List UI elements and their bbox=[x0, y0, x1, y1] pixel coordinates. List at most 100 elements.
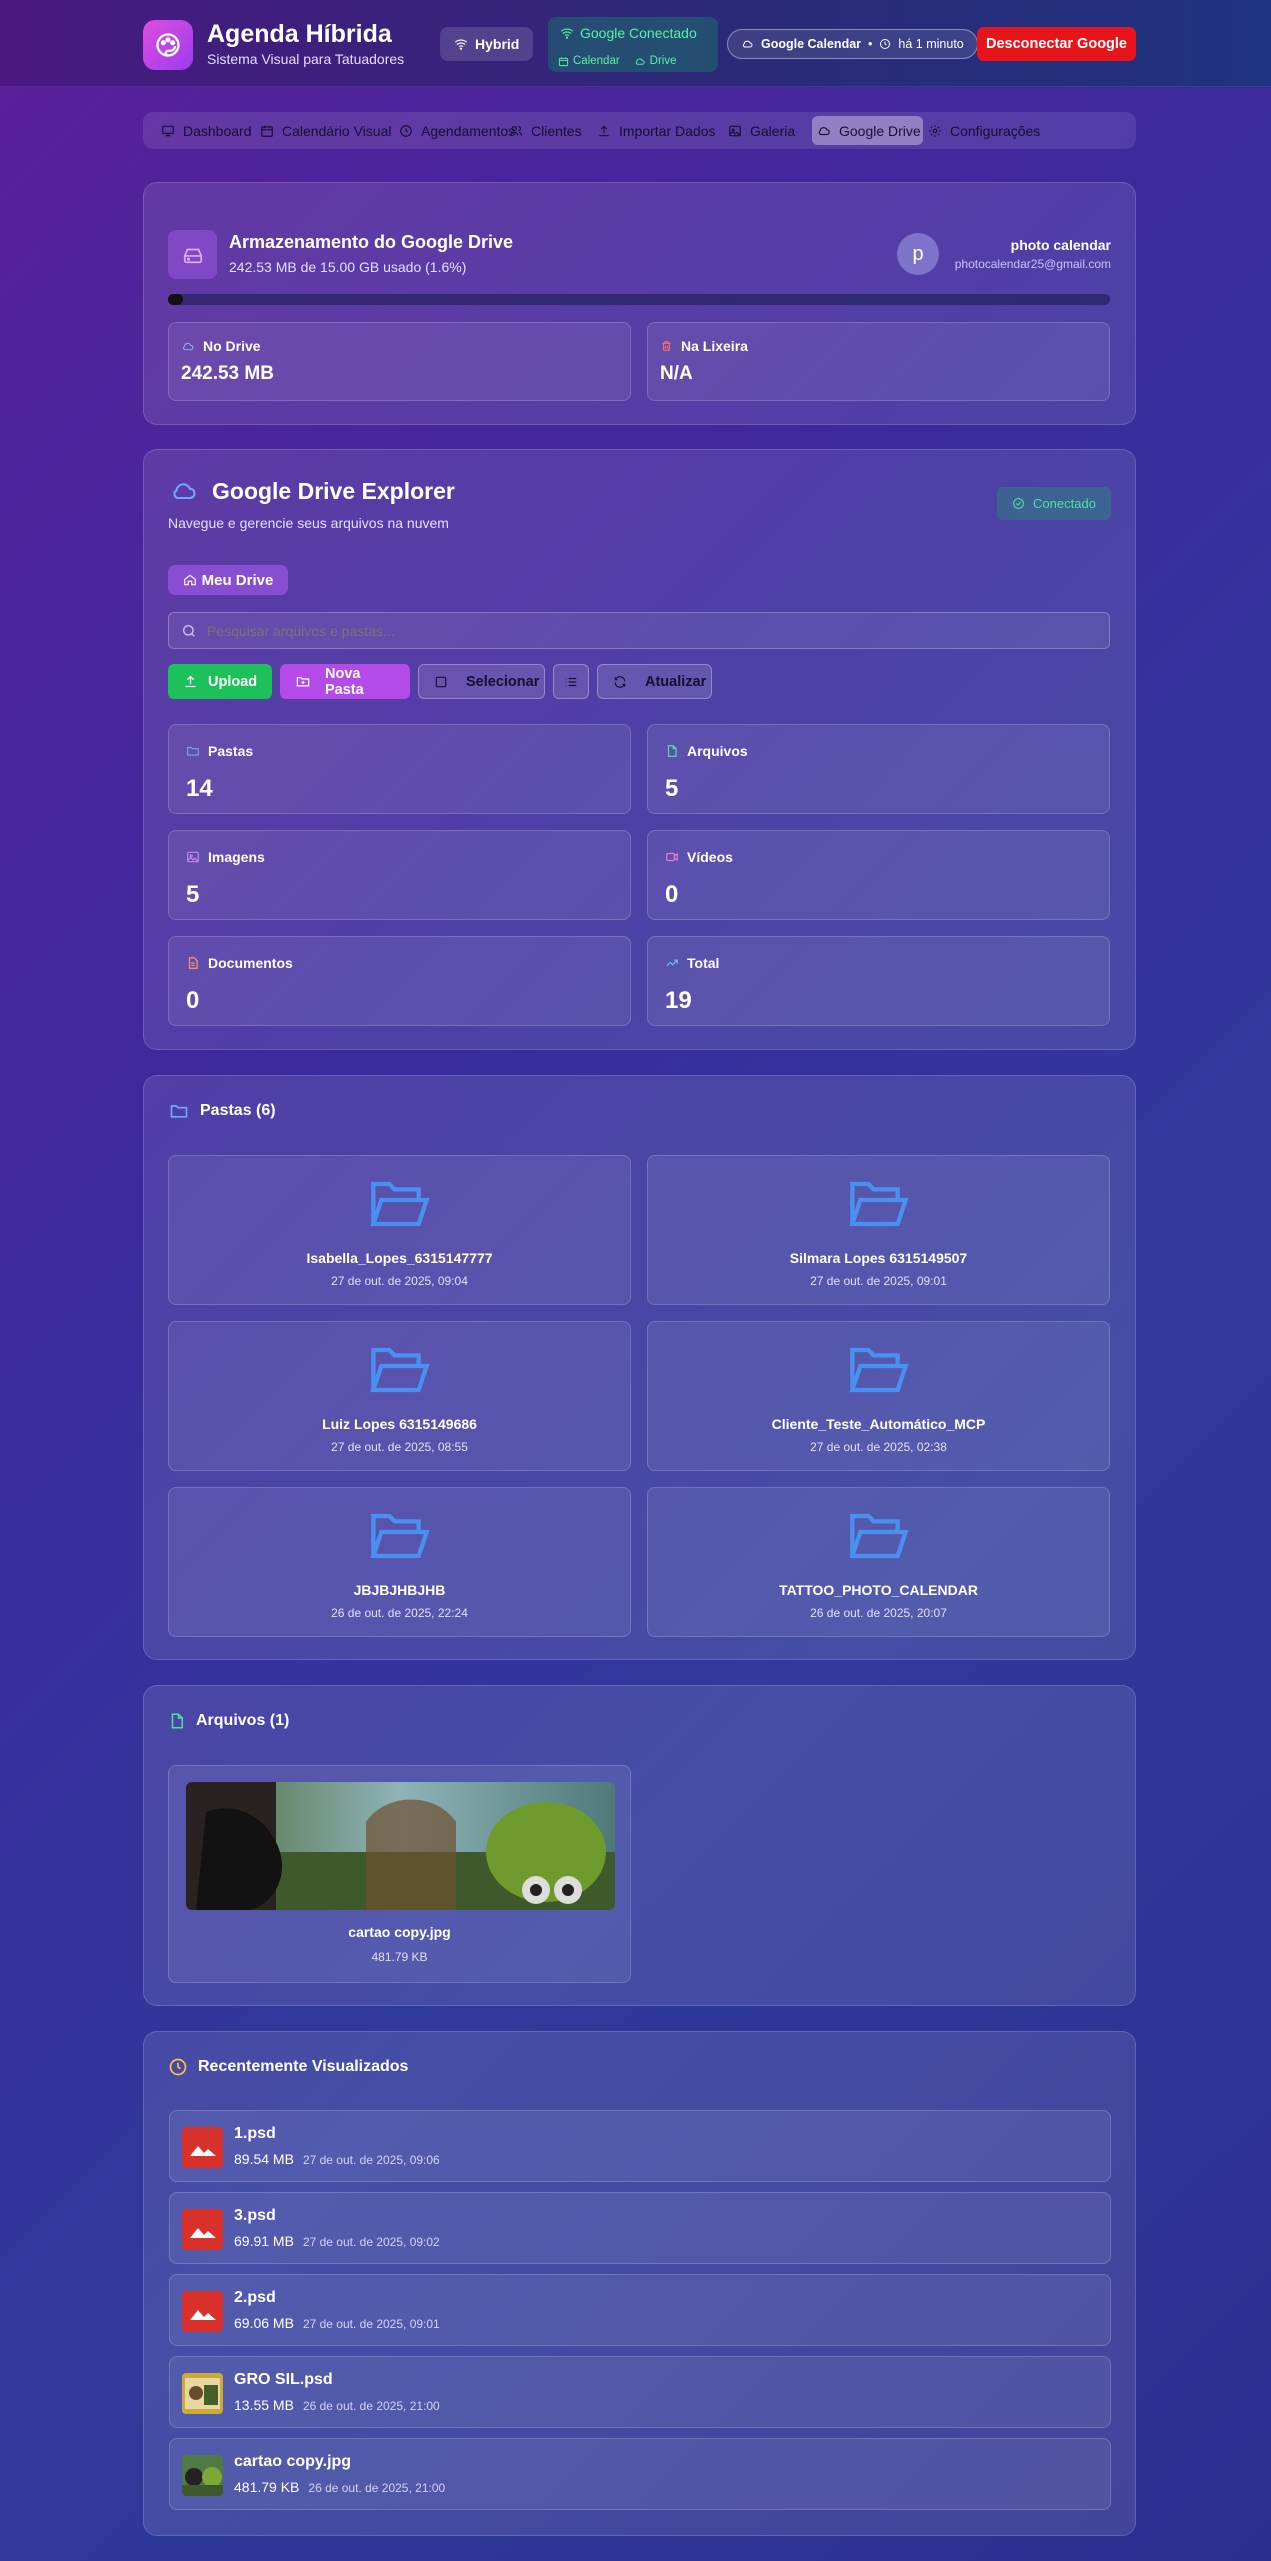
clock-icon bbox=[168, 2057, 188, 2077]
folder-item[interactable]: Luiz Lopes 6315149686 27 de out. de 2025,… bbox=[168, 1321, 631, 1471]
upload-button[interactable]: Upload bbox=[168, 664, 273, 699]
drive-usage-value: 242.53 MB bbox=[181, 363, 274, 384]
stat-card-documentos: Documentos 0 bbox=[168, 936, 631, 1026]
disconnect-google-button[interactable]: Desconectar Google bbox=[977, 27, 1136, 61]
recent-item[interactable]: cartao copy.jpg 481.79 KB 26 de out. de 20… bbox=[169, 2438, 1111, 2510]
mode-badge[interactable]: Hybrid bbox=[440, 27, 534, 61]
nav-tab-google-drive[interactable]: Google Drive bbox=[812, 116, 923, 145]
refresh-label: Atualizar bbox=[645, 673, 707, 690]
nav-tab-galeria[interactable]: Galeria bbox=[723, 116, 812, 145]
folder-name: Luiz Lopes 6315149686 bbox=[322, 1416, 477, 1432]
stat-card-v-deos: Vídeos 0 bbox=[647, 830, 1110, 920]
stat-value: 19 bbox=[665, 987, 692, 1014]
folder-icon bbox=[168, 1101, 190, 1121]
trash-usage-label: Na Lixeira bbox=[681, 338, 748, 354]
list-view-button[interactable] bbox=[553, 664, 589, 699]
file-thumbnail-icon bbox=[182, 2455, 223, 2496]
main-nav: Dashboard Calendário Visual Agendamentos Cl… bbox=[143, 112, 1136, 149]
recent-file-name: 3.psd bbox=[234, 2207, 276, 2224]
app-title: Agenda Híbrida bbox=[207, 20, 392, 48]
file-thumbnail-icon bbox=[182, 2127, 223, 2168]
google-calendar-label: Calendar bbox=[573, 55, 620, 67]
wifi-icon bbox=[560, 26, 574, 40]
stat-value: 0 bbox=[186, 987, 200, 1014]
breadcrumb-label: Meu Drive bbox=[201, 571, 274, 589]
folder-plus-icon bbox=[295, 674, 311, 689]
recent-file-size: 69.91 MB bbox=[234, 2233, 294, 2249]
stat-value: 0 bbox=[665, 881, 679, 908]
explorer-subtitle: Navegue e gerencie seus arquivos na nuve… bbox=[168, 515, 449, 531]
stat-label: Total bbox=[687, 955, 720, 971]
recent-item[interactable]: 2.psd 69.06 MB 27 de out. de 2025, 09:01 bbox=[169, 2274, 1111, 2346]
calendar-icon bbox=[260, 124, 274, 138]
stat-card-total: Total 19 bbox=[647, 936, 1110, 1026]
new-folder-button[interactable]: Nova Pasta bbox=[280, 664, 410, 699]
clock-icon bbox=[879, 38, 891, 50]
folder-open-icon bbox=[369, 1347, 430, 1393]
recent-file-name: GRO SIL.psd bbox=[234, 2371, 333, 2388]
file-card[interactable]: cartao copy.jpg 481.79 KB bbox=[168, 1765, 631, 1983]
folder-open-icon bbox=[369, 1181, 430, 1227]
drive-usage-label: No Drive bbox=[203, 338, 261, 354]
search-input[interactable] bbox=[207, 613, 1097, 648]
nav-tab-importar-dados[interactable]: Importar Dados bbox=[592, 116, 723, 145]
select-label: Selecionar bbox=[466, 673, 540, 690]
recent-file-name: 2.psd bbox=[234, 2289, 276, 2306]
folder-item[interactable]: Cliente_Teste_Automático_MCP 27 de out. d… bbox=[647, 1321, 1110, 1471]
cloud-icon bbox=[181, 340, 195, 353]
nav-tab-label: Google Drive bbox=[839, 122, 921, 139]
file-thumbnail-icon bbox=[182, 2209, 223, 2250]
nav-tab-calend-rio-visual[interactable]: Calendário Visual bbox=[255, 116, 394, 145]
search-field[interactable] bbox=[168, 612, 1110, 649]
users-icon bbox=[509, 124, 523, 138]
nav-tab-clientes[interactable]: Clientes bbox=[504, 116, 592, 145]
new-folder-label: Nova Pasta bbox=[325, 665, 364, 698]
search-icon bbox=[181, 623, 197, 639]
file-size: 481.79 KB bbox=[371, 1950, 428, 1964]
home-icon bbox=[183, 573, 197, 587]
recent-file-date: 26 de out. de 2025, 21:00 bbox=[302, 2399, 440, 2413]
upload-icon bbox=[597, 124, 611, 138]
checkbox-icon bbox=[434, 675, 448, 689]
folder-item[interactable]: TATTOO_PHOTO_CALENDAR 26 de out. de 2025,… bbox=[647, 1487, 1110, 1637]
recent-item[interactable]: 1.psd 89.54 MB 27 de out. de 2025, 09:06 bbox=[169, 2110, 1111, 2182]
explorer-title: Google Drive Explorer bbox=[212, 477, 455, 504]
select-button[interactable]: Selecionar bbox=[418, 664, 545, 699]
refresh-button[interactable]: Atualizar bbox=[597, 664, 712, 699]
folders-title: Pastas (6) bbox=[200, 1102, 276, 1119]
folder-open-icon bbox=[848, 1347, 909, 1393]
breadcrumb-my-drive[interactable]: Meu Drive bbox=[168, 565, 288, 595]
gear-icon bbox=[928, 124, 942, 138]
sync-status-badge: Google Calendar • há 1 minuto bbox=[727, 29, 978, 59]
folder-date: 26 de out. de 2025, 20:07 bbox=[810, 1606, 947, 1620]
nav-tab-configura-es[interactable]: Configurações bbox=[923, 116, 1053, 145]
stat-label: Vídeos bbox=[687, 849, 733, 865]
folder-item[interactable]: JBJBJHBJHB 26 de out. de 2025, 22:24 bbox=[168, 1487, 631, 1637]
folder-name: TATTOO_PHOTO_CALENDAR bbox=[779, 1582, 978, 1598]
file-thumbnail-icon bbox=[182, 2291, 223, 2332]
recent-file-name: 1.psd bbox=[234, 2125, 276, 2142]
folder-open-icon bbox=[369, 1513, 430, 1559]
recent-item[interactable]: 3.psd 69.91 MB 27 de out. de 2025, 09:02 bbox=[169, 2192, 1111, 2264]
avatar[interactable]: p bbox=[897, 233, 939, 275]
storage-card: Armazenamento do Google Drive 242.53 MB … bbox=[143, 182, 1136, 425]
folder-item[interactable]: Silmara Lopes 6315149507 27 de out. de 20… bbox=[647, 1155, 1110, 1305]
recent-item[interactable]: GRO SIL.psd 13.55 MB 26 de out. de 2025, 2… bbox=[169, 2356, 1111, 2428]
upload-icon bbox=[183, 674, 198, 689]
stat-value: 5 bbox=[665, 775, 679, 802]
folder-item[interactable]: Isabella_Lopes_6315147777 27 de out. de 2… bbox=[168, 1155, 631, 1305]
nav-tab-agendamentos[interactable]: Agendamentos bbox=[394, 116, 515, 145]
nav-tab-label: Clientes bbox=[531, 122, 582, 139]
document-icon bbox=[186, 956, 200, 970]
google-status-label: Google Conectado bbox=[580, 25, 697, 41]
image-icon bbox=[728, 124, 742, 138]
recent-card: Recentemente Visualizados 1.psd 89.54 MB 2… bbox=[143, 2031, 1136, 2536]
connection-status-badge: Conectado bbox=[997, 487, 1111, 520]
folder-name: Cliente_Teste_Automático_MCP bbox=[771, 1416, 986, 1432]
nav-tab-dashboard[interactable]: Dashboard bbox=[156, 116, 255, 145]
storage-progress-bar bbox=[168, 294, 1110, 305]
folder-date: 27 de out. de 2025, 09:01 bbox=[810, 1274, 947, 1288]
wifi-icon bbox=[454, 37, 468, 51]
stat-card-pastas: Pastas 14 bbox=[168, 724, 631, 814]
recent-file-size: 69.06 MB bbox=[234, 2315, 294, 2331]
